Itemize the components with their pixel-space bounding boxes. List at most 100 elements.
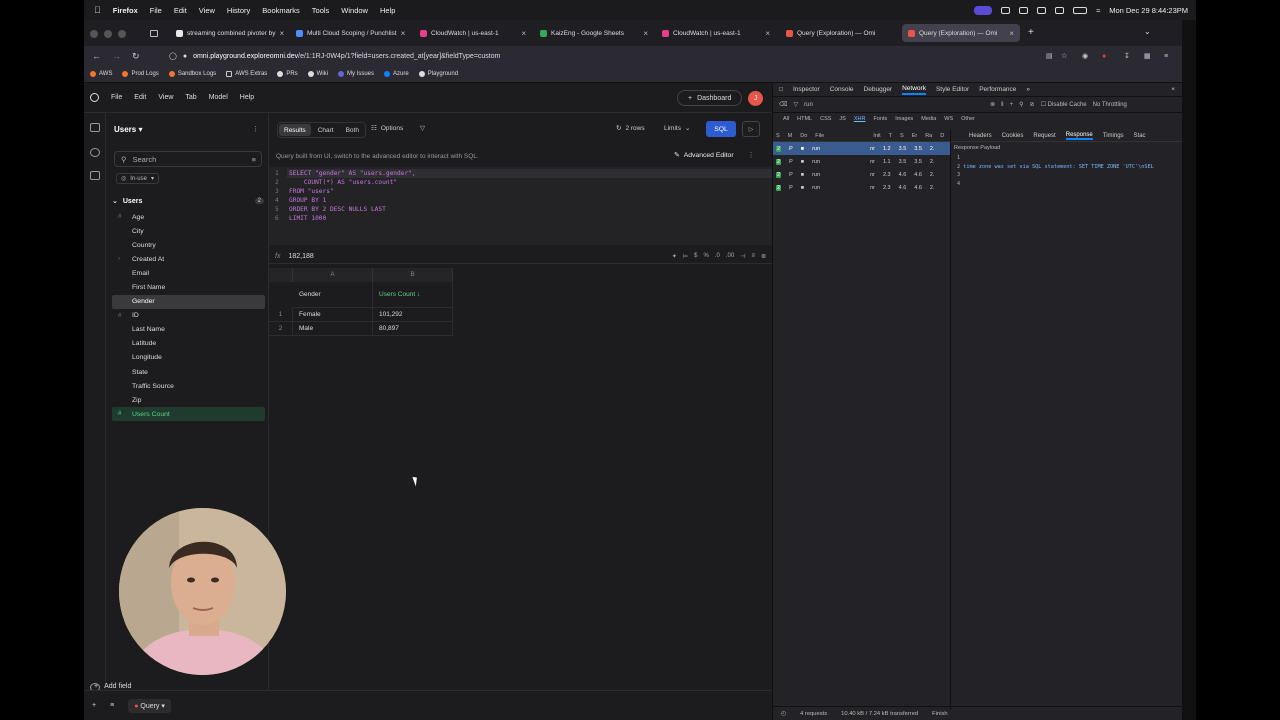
- download-icon[interactable]: ↧: [1124, 52, 1130, 60]
- request-row[interactable]: 2 P ■ run nr 2.3 4.6 4.6 2.: [773, 168, 951, 181]
- close-icon[interactable]: ×: [765, 29, 770, 38]
- browser-tab[interactable]: streaming combined pivoter by ×: [170, 24, 286, 42]
- field-item-gender[interactable]: Gender: [112, 294, 265, 309]
- resp-tab-timings[interactable]: Timings: [1103, 133, 1124, 139]
- type-filter-css[interactable]: CSS: [820, 116, 831, 127]
- omni-logo-icon[interactable]: [90, 93, 99, 102]
- tab-list-chevron-icon[interactable]: ⌄: [1144, 27, 1151, 36]
- menu-history[interactable]: History: [227, 6, 250, 15]
- pivot-icon[interactable]: ⊣: [740, 253, 745, 260]
- clear-filter-icon[interactable]: ⊗: [990, 101, 995, 108]
- column-icon[interactable]: ⊨: [683, 253, 688, 260]
- bookmark[interactable]: Sandbox Logs: [168, 71, 216, 77]
- menu-icon[interactable]: ≡: [1164, 53, 1168, 60]
- more-icon[interactable]: ⋮: [748, 151, 755, 159]
- refresh-icon[interactable]: ↻: [616, 124, 621, 132]
- field-item-latitude[interactable]: Latitude: [112, 337, 265, 351]
- results-tab[interactable]: Results: [279, 124, 311, 136]
- collapse-icon[interactable]: ⋮: [252, 125, 259, 133]
- type-filter-images[interactable]: Images: [895, 116, 913, 127]
- disable-cache-checkbox[interactable]: ☐ Disable Cache: [1041, 101, 1087, 108]
- bookmark[interactable]: Wiki: [307, 71, 328, 77]
- workbook-icon[interactable]: [90, 123, 100, 132]
- decimal-icon[interactable]: .00: [726, 253, 734, 260]
- devtools-tab-console[interactable]: Console: [830, 86, 854, 93]
- app-menu-edit[interactable]: Edit: [134, 94, 146, 101]
- reload-icon[interactable]: ↻: [132, 51, 140, 62]
- field-item-city[interactable]: City: [112, 224, 265, 238]
- bookmark[interactable]: AWS: [90, 71, 112, 77]
- type-filter-ws[interactable]: WS: [944, 116, 953, 127]
- topic-title[interactable]: Users ▾: [114, 125, 143, 134]
- wrap-icon[interactable]: ≣: [761, 253, 766, 260]
- browser-tab-active[interactable]: Query (Exploration) — Omi ×: [902, 24, 1020, 42]
- decimal-icon[interactable]: .0: [715, 253, 720, 260]
- field-item-traffic-source[interactable]: Traffic Source: [112, 379, 265, 393]
- chart-tab[interactable]: Chart: [313, 124, 339, 136]
- apple-icon[interactable]: : [94, 5, 101, 15]
- app-menu-view[interactable]: View: [158, 94, 173, 101]
- type-filter-xhr[interactable]: XHR: [854, 116, 866, 127]
- close-icon[interactable]: ×: [401, 29, 406, 38]
- type-filter-fonts[interactable]: Fonts: [873, 116, 887, 127]
- field-item-created-at[interactable]: › Created At: [112, 252, 265, 266]
- tab-list-icon[interactable]: ≡: [110, 702, 114, 709]
- status-icon[interactable]: [1037, 6, 1047, 14]
- screen-record-icon[interactable]: [974, 5, 993, 15]
- app-menu-help[interactable]: Help: [240, 94, 254, 101]
- query-tab[interactable]: ● Query ▾: [128, 698, 171, 713]
- resp-tab-cookies[interactable]: Cookies: [1002, 133, 1024, 139]
- dashboard-button[interactable]: + Dashboard: [677, 90, 743, 106]
- pause-icon[interactable]: ‖: [1001, 102, 1003, 108]
- currency-icon[interactable]: $: [694, 253, 697, 260]
- app-menu-firefox[interactable]: Firefox: [113, 6, 138, 15]
- shield-icon[interactable]: ◯: [169, 52, 177, 60]
- in-use-filter[interactable]: ◎ In-use ▾: [116, 173, 159, 184]
- extensions-icon[interactable]: ▦: [1144, 52, 1151, 60]
- field-item-email[interactable]: Email: [112, 266, 265, 280]
- chevron-right-icon[interactable]: ›: [118, 256, 126, 262]
- bookmark[interactable]: PRs: [277, 71, 298, 77]
- type-filter-media[interactable]: Media: [921, 116, 936, 127]
- status-icon[interactable]: [1019, 6, 1029, 14]
- field-item-id[interactable]: # ID: [112, 309, 265, 323]
- field-item-last-name[interactable]: Last Name: [112, 323, 265, 337]
- back-icon[interactable]: ←: [92, 51, 101, 61]
- response-payload[interactable]: 1 2 time zone was set via SQL statement:…: [951, 155, 1183, 189]
- type-filter-js[interactable]: JS: [839, 116, 845, 127]
- resp-tab-headers[interactable]: Headers: [969, 133, 992, 139]
- column-header[interactable]: Gender: [293, 282, 373, 308]
- bookmark[interactable]: Azure: [384, 71, 409, 77]
- align-icon[interactable]: ≡: [751, 253, 755, 260]
- field-item-state[interactable]: State: [112, 365, 265, 379]
- devtools-tab-inspector[interactable]: Inspector: [793, 86, 820, 93]
- table-cell[interactable]: Male: [293, 322, 373, 336]
- field-item-zip[interactable]: Zip: [112, 393, 265, 407]
- devtools-tab-style-editor[interactable]: Style Editor: [936, 86, 969, 93]
- throttling-dropdown[interactable]: No Throttling: [1093, 102, 1127, 108]
- sql-button[interactable]: SQL: [706, 121, 736, 137]
- request-row[interactable]: 2 P ■ run nr 1.2 3.5 3.5 2.: [773, 142, 951, 155]
- type-filter-all[interactable]: All: [783, 116, 789, 127]
- formula-value[interactable]: 182,188: [288, 253, 313, 260]
- table-cell[interactable]: 101,292: [373, 308, 453, 322]
- app-menu-file[interactable]: File: [111, 94, 122, 101]
- window-minimize-button[interactable]: [104, 30, 112, 38]
- request-row[interactable]: 2 P ■ run nr 1.1 3.5 3.5 2.: [773, 155, 951, 168]
- extension-icon[interactable]: ◉: [1082, 52, 1088, 60]
- close-icon[interactable]: ×: [1009, 29, 1014, 38]
- app-menu-model[interactable]: Model: [209, 94, 228, 101]
- table-cell[interactable]: Female: [293, 308, 373, 322]
- trash-icon[interactable]: ⌫: [779, 101, 787, 108]
- bookmark-folder[interactable]: AWS Extras: [226, 71, 267, 77]
- menu-bookmarks[interactable]: Bookmarks: [262, 6, 300, 15]
- ai-icon[interactable]: [90, 148, 100, 157]
- clock[interactable]: Mon Dec 29 8:44:23PM: [1109, 6, 1188, 15]
- table-cell[interactable]: 80,897: [373, 322, 453, 336]
- wifi-icon[interactable]: ≈: [1096, 6, 1100, 15]
- url-bar[interactable]: ◯ ● omni.playground.exploreomni.dev/e/1:…: [169, 48, 1049, 64]
- devtools-tab-performance[interactable]: Performance: [979, 86, 1016, 93]
- menu-view[interactable]: View: [199, 6, 215, 15]
- battery-icon[interactable]: [1073, 6, 1088, 14]
- filter-settings-icon[interactable]: ≡: [252, 155, 261, 164]
